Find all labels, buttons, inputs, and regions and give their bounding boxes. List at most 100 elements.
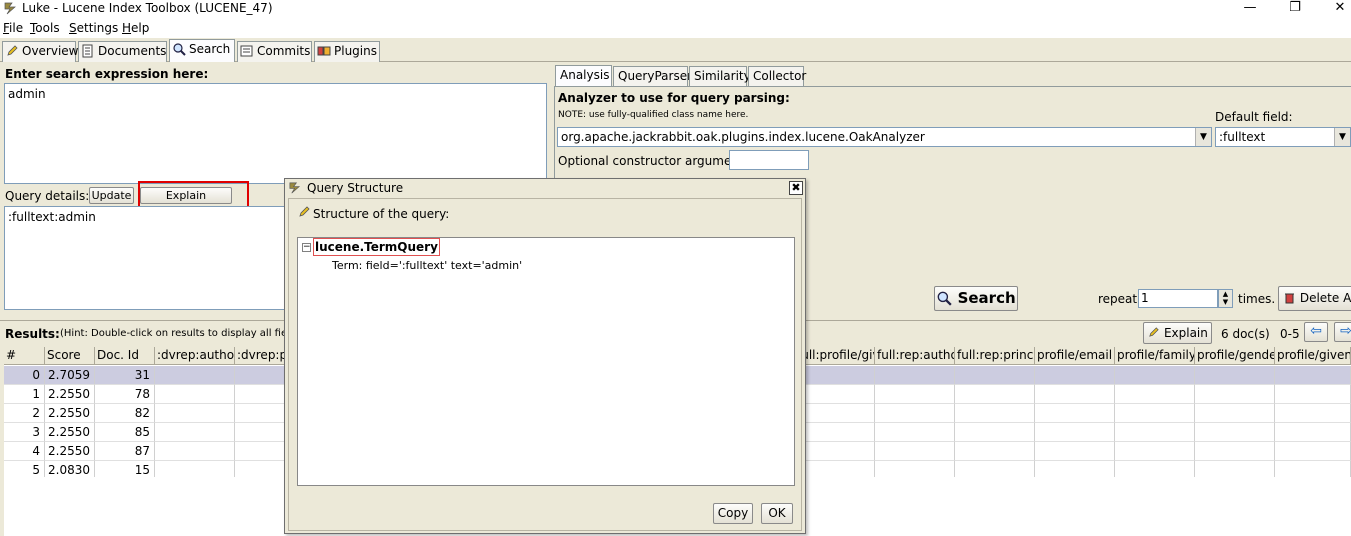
- delete-all-label: Delete All: [1299, 291, 1351, 305]
- commits-icon: [240, 45, 253, 57]
- table-cell: 4: [4, 442, 45, 461]
- analyzer-combo[interactable]: org.apache.jackrabbit.oak.plugins.index.…: [557, 127, 1212, 147]
- dialog-title-bar: Query Structure ✖: [285, 179, 805, 197]
- times-label: times.: [1238, 292, 1276, 306]
- tab-analysis[interactable]: Analysis: [555, 65, 612, 86]
- default-field-combo[interactable]: :fulltext ▼: [1215, 127, 1351, 147]
- table-cell-empty: [955, 404, 1035, 423]
- main-tab-bar: Overview Documents Search Commits Plugin…: [0, 38, 1351, 62]
- table-cell: 2.2550: [45, 385, 95, 404]
- search-expression-input[interactable]: admin: [4, 83, 547, 184]
- table-cell: 2.2550: [45, 423, 95, 442]
- optional-arg-input[interactable]: [729, 150, 809, 170]
- table-cell-empty: [1275, 423, 1351, 442]
- column-header[interactable]: full:rep:authori: [875, 347, 955, 365]
- table-cell-empty: [795, 404, 875, 423]
- column-header[interactable]: #: [4, 347, 45, 365]
- analyzer-value: org.apache.jackrabbit.oak.plugins.index.…: [561, 130, 925, 144]
- tree-node-root[interactable]: lucene.TermQuery: [313, 238, 440, 256]
- search-button[interactable]: Search: [934, 286, 1018, 311]
- analyzer-heading: Analyzer to use for query parsing:: [558, 91, 790, 105]
- table-cell: 1: [4, 385, 45, 404]
- repeat-label: repeat: [1098, 292, 1138, 306]
- query-details-label: Query details:: [5, 189, 90, 203]
- luke-app-icon: [4, 2, 16, 15]
- menu-settings[interactable]: Settings: [69, 21, 118, 35]
- doc-count: 6 doc(s): [1221, 327, 1270, 341]
- query-structure-dialog: Query Structure ✖ Structure of the query…: [284, 178, 806, 534]
- column-header[interactable]: profile/gender: [1195, 347, 1275, 365]
- close-icon[interactable]: ✖: [789, 181, 803, 195]
- column-header[interactable]: full:profile/give: [795, 347, 875, 365]
- column-header[interactable]: profile/email: [1035, 347, 1115, 365]
- tab-queryparser[interactable]: QueryParser: [613, 66, 692, 86]
- copy-button[interactable]: Copy: [713, 503, 753, 524]
- collapse-icon[interactable]: −: [302, 243, 311, 252]
- tab-plugins[interactable]: Plugins: [314, 41, 380, 62]
- window-title: Luke - Lucene Index Toolbox (LUCENE_47): [22, 1, 273, 15]
- column-header[interactable]: profile/familyN: [1115, 347, 1195, 365]
- arrow-left-icon[interactable]: ⇦: [1304, 322, 1328, 342]
- plugins-icon: [317, 46, 331, 56]
- table-cell-empty: [795, 423, 875, 442]
- chevron-down-icon[interactable]: ▼: [1195, 128, 1211, 146]
- results-label: Results:: [5, 327, 60, 341]
- table-cell-empty: [155, 442, 235, 461]
- tab-documents[interactable]: Documents: [78, 41, 167, 62]
- column-header[interactable]: profile/givenN: [1275, 347, 1351, 365]
- arrow-right-icon[interactable]: ⇨: [1334, 322, 1351, 342]
- update-button[interactable]: Update: [89, 187, 134, 204]
- query-details-text: :fulltext:admin: [8, 210, 96, 224]
- column-header[interactable]: :dvrep:authoriz: [155, 347, 235, 365]
- table-cell-empty: [1275, 366, 1351, 385]
- default-field-value: :fulltext: [1219, 130, 1266, 144]
- table-cell-empty: [955, 366, 1035, 385]
- chevron-down-icon[interactable]: ▼: [1334, 128, 1350, 146]
- delete-all-button[interactable]: Delete All: [1278, 286, 1351, 311]
- tab-similarity[interactable]: Similarity: [689, 66, 751, 86]
- maximize-icon[interactable]: ❐: [1275, 0, 1315, 18]
- repeat-spinner[interactable]: ▲ ▼: [1218, 289, 1233, 308]
- pencil-icon: [299, 206, 310, 217]
- table-cell-empty: [955, 423, 1035, 442]
- column-header[interactable]: full:rep:princip: [955, 347, 1035, 365]
- column-header[interactable]: Score: [45, 347, 95, 365]
- dialog-subtitle: Structure of the query:: [313, 207, 450, 221]
- table-cell-empty: [1035, 385, 1115, 404]
- table-cell-empty: [875, 366, 955, 385]
- tab-commits[interactable]: Commits: [237, 41, 312, 62]
- repeat-value: 1: [1141, 291, 1149, 305]
- optional-arg-label: Optional constructor argument:: [558, 154, 748, 168]
- document-icon: [82, 44, 93, 58]
- table-cell: 3: [4, 423, 45, 442]
- close-icon[interactable]: ✕: [1320, 0, 1351, 18]
- table-cell-empty: [1195, 385, 1275, 404]
- table-cell: 78: [95, 385, 155, 404]
- table-cell-empty: [1275, 442, 1351, 461]
- table-cell-empty: [1035, 442, 1115, 461]
- query-tree[interactable]: − lucene.TermQuery Term: field=':fulltex…: [297, 237, 795, 486]
- table-cell-empty: [1035, 404, 1115, 423]
- menu-file[interactable]: File: [3, 21, 23, 35]
- minimize-icon[interactable]: —: [1230, 0, 1270, 18]
- tree-node-term[interactable]: Term: field=':fulltext' text='admin': [332, 259, 522, 272]
- tab-search[interactable]: Search: [169, 39, 235, 62]
- title-bar: Luke - Lucene Index Toolbox (LUCENE_47) …: [0, 0, 1351, 18]
- explain-button-label: Explain: [1163, 326, 1208, 340]
- table-cell-empty: [795, 385, 875, 404]
- tab-overview[interactable]: Overview: [2, 41, 79, 62]
- explain-button[interactable]: Explain: [1143, 322, 1212, 344]
- table-cell-empty: [1275, 404, 1351, 423]
- table-cell-empty: [795, 366, 875, 385]
- menu-help[interactable]: Help: [122, 21, 149, 35]
- menu-tools[interactable]: Tools: [30, 21, 60, 35]
- table-cell-empty: [875, 385, 955, 404]
- ok-button[interactable]: OK: [761, 503, 793, 524]
- magnifier-icon: [937, 291, 953, 306]
- column-header[interactable]: Doc. Id: [95, 347, 155, 365]
- repeat-input[interactable]: 1: [1138, 289, 1218, 308]
- table-cell: 82: [95, 404, 155, 423]
- default-field-label: Default field:: [1215, 110, 1293, 124]
- search-prompt-label: Enter search expression here:: [5, 67, 209, 81]
- tab-collector[interactable]: Collector: [748, 66, 806, 86]
